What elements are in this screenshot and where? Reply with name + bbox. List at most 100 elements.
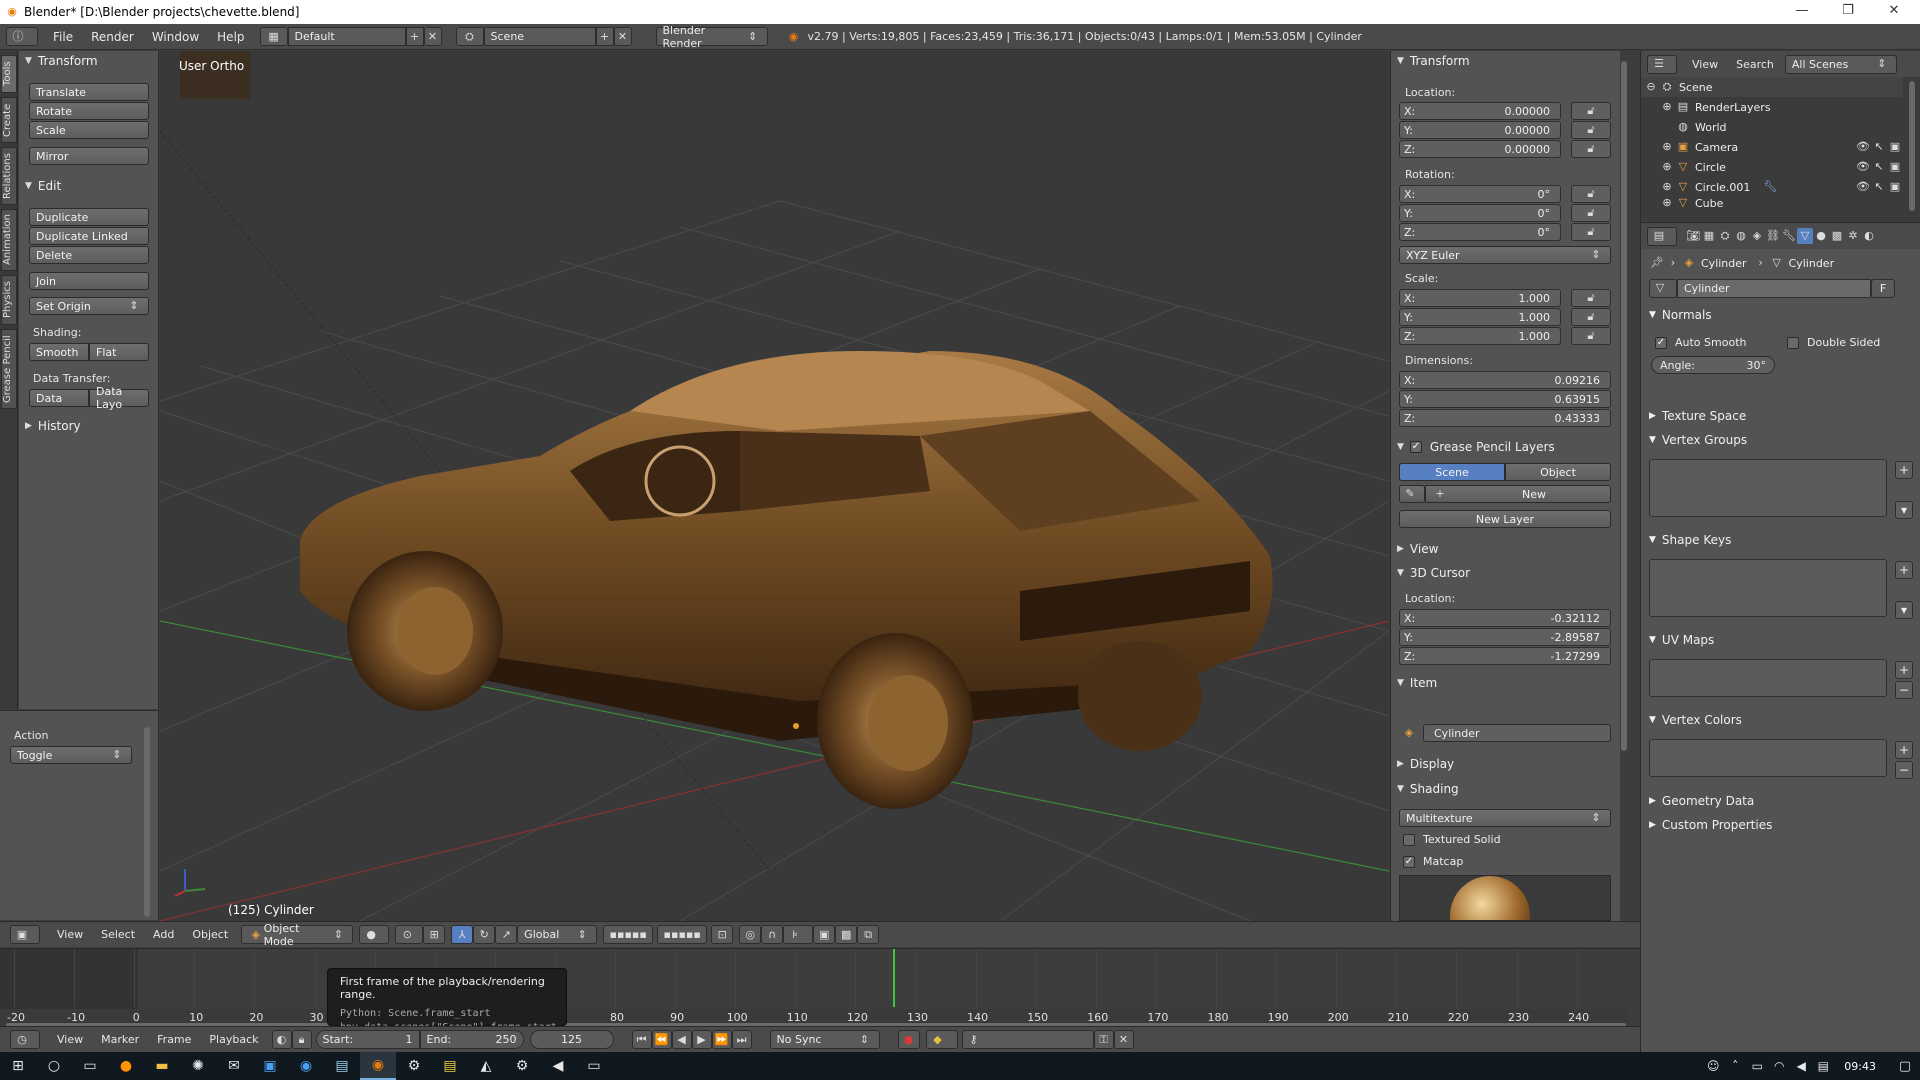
menu-window[interactable]: Window bbox=[143, 30, 208, 44]
smooth-button[interactable]: Smooth bbox=[29, 343, 89, 361]
uv-maps-panel-header[interactable]: ▼ UV Maps bbox=[1649, 633, 1714, 647]
view-panel-header[interactable]: ▶ View bbox=[1391, 539, 1611, 559]
uv-map-add-button[interactable]: + bbox=[1895, 661, 1913, 679]
active-keying-set-field[interactable]: ⚷ bbox=[961, 1030, 1094, 1049]
uv-map-remove-button[interactable]: − bbox=[1895, 681, 1913, 699]
current-frame-field[interactable]: 125 bbox=[529, 1030, 614, 1049]
eye-icon[interactable]: 👁︎ bbox=[1855, 159, 1871, 175]
auto-smooth-option[interactable]: ✓ Auto Smooth bbox=[1655, 336, 1746, 349]
orientation-select[interactable]: Global ⇕ bbox=[517, 925, 598, 944]
cursor-select-icon[interactable]: ↖ bbox=[1871, 179, 1887, 195]
lock-range-toggle[interactable]: 🔒︎ bbox=[291, 1030, 312, 1049]
vertex-colors-list[interactable] bbox=[1649, 739, 1887, 777]
vertex-color-remove-button[interactable]: − bbox=[1895, 761, 1913, 779]
grease-pencil-checkbox[interactable]: ✓ bbox=[1409, 441, 1422, 453]
maximize-button[interactable]: ❐ bbox=[1826, 0, 1870, 24]
delete-keyframe-button[interactable]: ✕ bbox=[1113, 1030, 1134, 1049]
uv-maps-list[interactable] bbox=[1649, 659, 1887, 697]
location-y-lock[interactable]: 🔓︎ bbox=[1571, 121, 1611, 139]
scale-manipulator[interactable]: ↗ bbox=[495, 925, 518, 944]
data-layout-button[interactable]: Data Layo bbox=[89, 385, 149, 411]
shape-key-menu-button[interactable]: ▾ bbox=[1895, 601, 1913, 619]
pivot-select[interactable]: ⊙ bbox=[395, 925, 424, 944]
layers-grid-left[interactable]: ▪▪▪▪▪ bbox=[603, 925, 654, 944]
close-button[interactable]: ✕ bbox=[1872, 0, 1916, 24]
proportional-edit-toggle[interactable]: ◎ bbox=[739, 925, 762, 944]
action-select[interactable]: Toggle ⇕ bbox=[10, 746, 132, 764]
texture-tab-icon[interactable]: ▩ bbox=[1829, 228, 1845, 244]
layer-lock-button[interactable]: ⊡ bbox=[711, 925, 734, 944]
rotation-z-lock[interactable]: 🔓︎ bbox=[1571, 223, 1611, 241]
vertex-group-menu-button[interactable]: ▾ bbox=[1895, 501, 1913, 519]
join-button[interactable]: Join bbox=[29, 272, 149, 290]
rotation-y-lock[interactable]: 🔓︎ bbox=[1571, 204, 1611, 222]
scale-x-field[interactable]: X: 1.000 bbox=[1399, 289, 1561, 307]
gp-object-tab[interactable]: Object bbox=[1505, 463, 1611, 481]
matcap-option[interactable]: ✓ Matcap bbox=[1403, 855, 1463, 868]
taskbar-app-blender[interactable]: ◉ bbox=[360, 1052, 396, 1080]
set-origin-select[interactable]: Set Origin ⇕ bbox=[29, 297, 149, 315]
taskbar-app-audio[interactable]: ◀ bbox=[540, 1052, 576, 1080]
keying-set-select[interactable]: ◆ bbox=[925, 1030, 958, 1049]
vertex-groups-list[interactable] bbox=[1649, 459, 1887, 517]
play-button[interactable]: ▶ bbox=[691, 1030, 712, 1049]
minimize-button[interactable]: — bbox=[1780, 0, 1824, 24]
3d-menu-object[interactable]: Object bbox=[183, 928, 237, 941]
scene-icon-button[interactable]: ⛭ bbox=[455, 27, 484, 46]
gp-brush-select[interactable]: ✎ bbox=[1399, 485, 1425, 503]
shape-keys-list[interactable] bbox=[1649, 559, 1887, 617]
next-keyframe-button[interactable]: ⏩ bbox=[711, 1030, 732, 1049]
matcap-checkbox[interactable]: ✓ bbox=[1403, 855, 1415, 868]
scene-remove-button[interactable]: ✕ bbox=[613, 27, 632, 46]
modifiers-tab-icon[interactable]: 🔧︎ bbox=[1781, 228, 1797, 244]
vertex-color-add-button[interactable]: + bbox=[1895, 741, 1913, 759]
gp-new-button[interactable]: + New bbox=[1425, 485, 1611, 503]
scale-button[interactable]: Scale bbox=[29, 121, 149, 139]
rotation-mode-select[interactable]: XYZ Euler ⇕ bbox=[1399, 246, 1611, 264]
task-view-button[interactable]: ▭ bbox=[72, 1052, 108, 1080]
opengl-render-button[interactable]: ▣ bbox=[813, 925, 836, 944]
start-button[interactable]: ⊞ bbox=[0, 1052, 36, 1080]
tray-expand-icon[interactable]: ˄ bbox=[1724, 1052, 1746, 1080]
gp-new-layer-button[interactable]: New Layer bbox=[1399, 510, 1611, 528]
vertex-groups-panel-header[interactable]: ▼ Vertex Groups bbox=[1649, 433, 1747, 447]
mesh-name-field[interactable]: Cylinder bbox=[1677, 278, 1871, 298]
edit-panel-header[interactable]: ▼ Edit bbox=[19, 176, 159, 196]
taskbar-app-chrome[interactable]: ◉ bbox=[288, 1052, 324, 1080]
vertex-colors-panel-header[interactable]: ▼ Vertex Colors bbox=[1649, 713, 1742, 727]
rotation-y-field[interactable]: Y: 0° bbox=[1399, 204, 1561, 222]
jump-start-button[interactable]: ⏮ bbox=[631, 1030, 652, 1049]
timeline[interactable]: -20-100102030405060708090100110120130140… bbox=[0, 948, 1640, 1026]
rotate-manipulator[interactable]: ↻ bbox=[473, 925, 496, 944]
tray-wifi-icon[interactable]: ◠ bbox=[1768, 1052, 1790, 1080]
cursor-y-field[interactable]: Y: -2.89587 bbox=[1399, 628, 1611, 646]
dimensions-z-field[interactable]: Z: 0.43333 bbox=[1399, 409, 1611, 427]
display-panel-header[interactable]: ▶ Display bbox=[1391, 754, 1611, 774]
rotation-z-field[interactable]: Z: 0° bbox=[1399, 223, 1561, 241]
outliner-item-circle-001[interactable]: ⊕ ▽ Circle.001 🔧︎ 👁︎ ↖ ▣ bbox=[1641, 177, 1903, 197]
editor-type-menu[interactable]: ⓘ bbox=[6, 27, 38, 46]
snap-element-select[interactable]: ⊧ bbox=[783, 925, 814, 944]
particles-tab-icon[interactable]: ✲ bbox=[1845, 228, 1861, 244]
tab-animation[interactable]: Animation bbox=[1, 209, 17, 271]
layers-tab-icon[interactable]: ▦ bbox=[1701, 228, 1717, 244]
outliner-item-renderlayers[interactable]: ⊕ ▤ RenderLayers bbox=[1641, 97, 1903, 117]
3d-menu-view[interactable]: View bbox=[48, 928, 92, 941]
preview-range-toggle[interactable]: ◐ bbox=[271, 1030, 292, 1049]
cursor-z-field[interactable]: Z: -1.27299 bbox=[1399, 647, 1611, 665]
auto-smooth-checkbox[interactable]: ✓ bbox=[1655, 336, 1667, 349]
rotate-button[interactable]: Rotate bbox=[29, 102, 149, 120]
tab-tools[interactable]: Tools bbox=[1, 55, 17, 93]
insert-keyframe-button[interactable]: ⚿ bbox=[1093, 1030, 1114, 1049]
taskbar-app-display[interactable]: ▭ bbox=[576, 1052, 612, 1080]
mirror-button[interactable]: Mirror bbox=[29, 147, 149, 165]
mesh-browse-button[interactable]: ▽ bbox=[1649, 278, 1677, 298]
translate-manipulator[interactable]: ⅄ bbox=[451, 925, 474, 944]
outliner-item-world[interactable]: ◍ World bbox=[1641, 117, 1903, 137]
scale-x-lock[interactable]: 🔓︎ bbox=[1571, 289, 1611, 307]
scale-z-lock[interactable]: 🔓︎ bbox=[1571, 327, 1611, 345]
render-icon[interactable]: ▣ bbox=[1887, 159, 1903, 175]
timeline-menu-marker[interactable]: Marker bbox=[92, 1033, 148, 1046]
scale-z-field[interactable]: Z: 1.000 bbox=[1399, 327, 1561, 345]
3d-menu-add[interactable]: Add bbox=[144, 928, 183, 941]
